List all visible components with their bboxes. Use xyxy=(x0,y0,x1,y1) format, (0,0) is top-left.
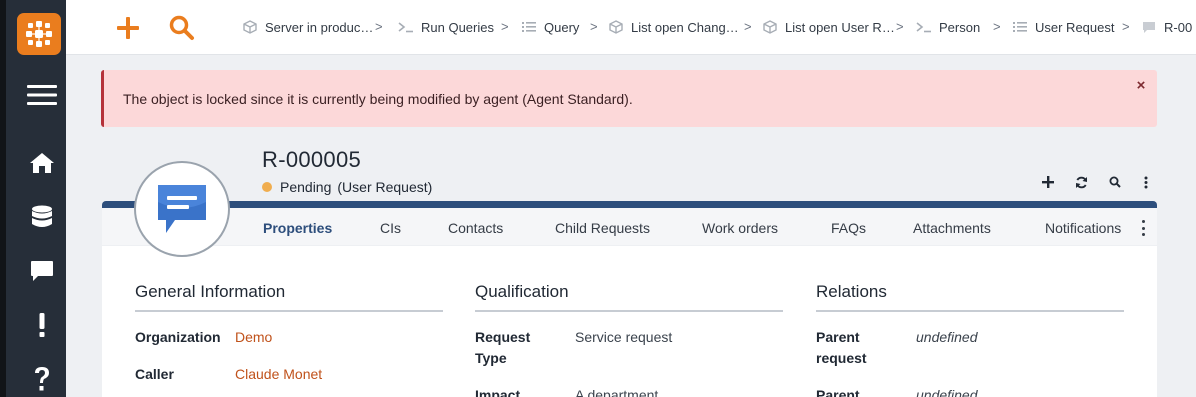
menu-icon[interactable] xyxy=(12,83,72,107)
cube-icon xyxy=(608,20,624,34)
chevron-right-icon: > xyxy=(501,19,509,34)
search-icon[interactable] xyxy=(167,13,197,43)
chevron-right-icon: > xyxy=(590,19,598,34)
chat-icon xyxy=(1141,21,1157,34)
chevron-right-icon: > xyxy=(744,19,752,34)
lock-alert: The object is locked since it is current… xyxy=(101,70,1157,127)
refresh-icon[interactable] xyxy=(1070,172,1092,192)
cube-icon xyxy=(242,20,258,34)
chevron-right-icon: > xyxy=(1122,19,1130,34)
tab-contacts[interactable]: Contacts xyxy=(448,220,503,236)
close-icon[interactable]: × xyxy=(1133,78,1149,94)
breadcrumb-label: Run Queries xyxy=(421,19,494,35)
field-value-caller[interactable]: Claude Monet xyxy=(235,364,322,385)
section-qualification: Qualification xyxy=(475,282,783,312)
breadcrumb-item[interactable]: Server in produc… xyxy=(242,18,373,36)
field-value-impact: A department xyxy=(575,387,659,397)
breadcrumb-label: Person xyxy=(939,19,981,35)
tab-work-orders[interactable]: Work orders xyxy=(702,220,778,236)
tab-attachments[interactable]: Attachments xyxy=(913,220,991,236)
breadcrumb-item[interactable]: Run Queries xyxy=(398,18,494,36)
sidebar xyxy=(0,0,66,397)
itop-logo-icon[interactable] xyxy=(17,13,61,55)
more-vertical-icon[interactable] xyxy=(1135,172,1157,192)
breadcrumb-label: Query xyxy=(544,19,580,35)
exclamation-icon[interactable] xyxy=(12,312,72,338)
list-icon xyxy=(521,21,537,33)
tab-child-requests[interactable]: Child Requests xyxy=(555,220,650,236)
top-bar: Server in produc… > Run Queries > Query … xyxy=(66,0,1196,55)
field-label-parent: Parent xyxy=(816,387,860,397)
terminal-icon xyxy=(398,21,414,33)
breadcrumb-item[interactable]: R-00 xyxy=(1141,18,1192,36)
breadcrumb-label: R-00 xyxy=(1164,19,1193,35)
breadcrumb-item[interactable]: Person xyxy=(916,18,980,36)
breadcrumb-item[interactable]: List open User R… xyxy=(762,18,895,36)
breadcrumb-item[interactable]: User Request xyxy=(1012,18,1114,36)
tab-properties[interactable]: Properties xyxy=(263,220,332,236)
field-label-caller: Caller xyxy=(135,366,174,382)
object-icon xyxy=(134,161,230,257)
section-general-information: General Information xyxy=(135,282,443,312)
field-value-parent: undefined xyxy=(916,387,978,397)
object-class-label: (User Request) xyxy=(337,179,433,195)
cube-icon xyxy=(762,20,778,34)
breadcrumb-item[interactable]: List open Chang… xyxy=(608,18,739,36)
terminal-icon xyxy=(916,21,932,33)
home-icon[interactable] xyxy=(12,151,72,175)
field-value-request-type: Service request xyxy=(575,329,673,345)
tab-faqs[interactable]: FAQs xyxy=(831,220,866,236)
field-label-parent-request: Parent request xyxy=(816,329,867,366)
tab-bar: Properties CIs Contacts Child Requests W… xyxy=(102,208,1157,246)
page-title: R-000005 xyxy=(262,147,362,172)
chevron-right-icon: > xyxy=(375,19,383,34)
breadcrumb-label: List open Chang… xyxy=(631,19,739,35)
database-icon[interactable] xyxy=(12,204,72,230)
plus-icon[interactable] xyxy=(113,13,143,43)
field-label-organization: Organization xyxy=(135,329,221,345)
field-value-parent-request: undefined xyxy=(916,329,978,345)
field-value-organization[interactable]: Demo xyxy=(235,327,272,348)
tab-notifications[interactable]: Notifications xyxy=(1045,220,1121,236)
breadcrumb-item[interactable]: Query xyxy=(521,18,579,36)
alert-message: The object is locked since it is current… xyxy=(123,91,633,107)
list-icon xyxy=(1012,21,1028,33)
breadcrumb-label: User Request xyxy=(1035,19,1115,35)
user-request-icon xyxy=(158,185,206,233)
tab-cis[interactable]: CIs xyxy=(380,220,401,236)
field-label-request-type: Request Type xyxy=(475,329,531,366)
search-icon[interactable] xyxy=(1104,172,1126,192)
breadcrumb-label: Server in produc… xyxy=(265,19,374,35)
breadcrumb-label: List open User R… xyxy=(785,19,895,35)
more-vertical-icon[interactable] xyxy=(1139,220,1147,236)
status-dot-icon xyxy=(262,182,272,192)
section-relations: Relations xyxy=(816,282,1124,312)
status-label: Pending xyxy=(280,179,332,195)
field-label-impact: Impact xyxy=(475,387,521,397)
chat-icon[interactable] xyxy=(12,259,72,283)
question-icon[interactable] xyxy=(12,366,72,392)
chevron-right-icon: > xyxy=(993,19,1001,34)
status-badge: Pending (User Request) xyxy=(262,179,432,195)
chevron-right-icon: > xyxy=(896,19,904,34)
plus-icon[interactable] xyxy=(1037,172,1059,192)
